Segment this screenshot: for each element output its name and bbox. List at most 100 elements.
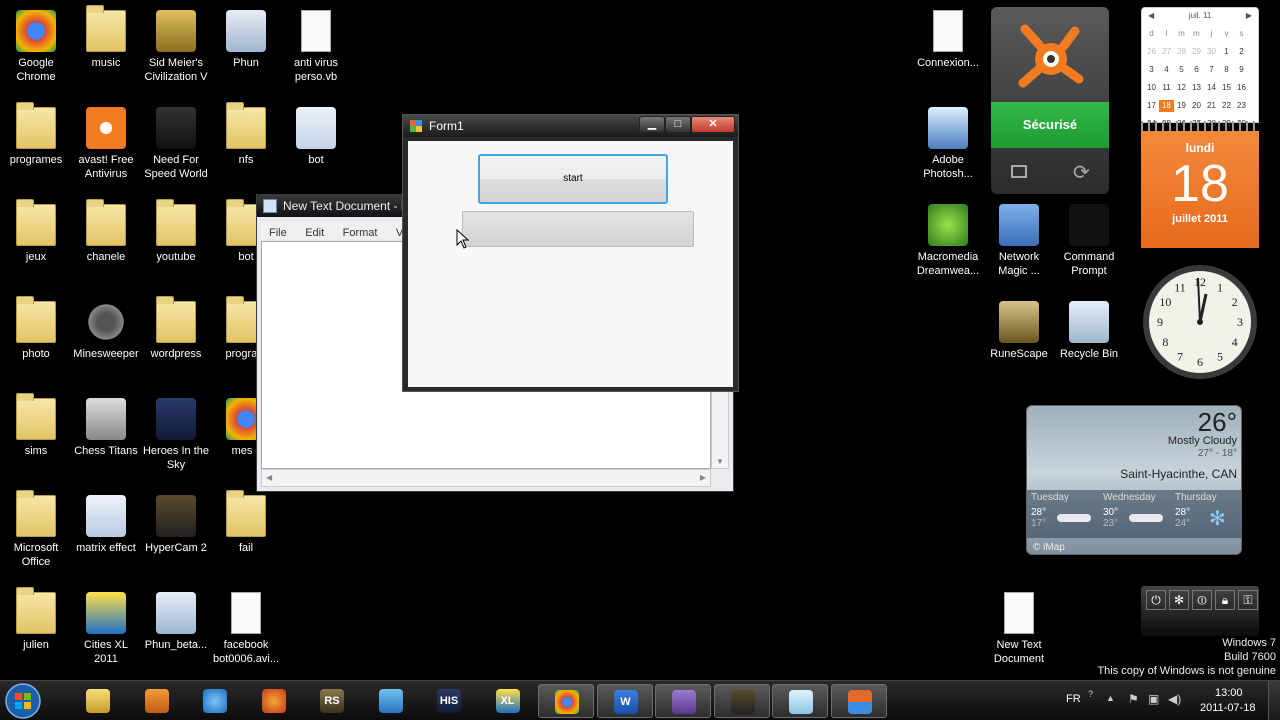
desktop-icon[interactable]: Sid Meier's Civilization V bbox=[140, 4, 212, 84]
network-icon[interactable]: ▣ bbox=[1148, 692, 1159, 706]
taskbar-visual-studio-button[interactable] bbox=[655, 684, 711, 718]
taskbar-chrome-button[interactable] bbox=[538, 684, 594, 718]
desktop-icon[interactable]: photo bbox=[0, 295, 72, 361]
taskbar-notepad-button[interactable] bbox=[772, 684, 828, 718]
calendar-day-cell[interactable]: 12 bbox=[1174, 82, 1189, 94]
keyboard-icon[interactable]: ? bbox=[1088, 689, 1093, 699]
minimize-button[interactable]: ▁ bbox=[639, 116, 665, 133]
taskbar-explorer-button[interactable] bbox=[70, 684, 126, 718]
avast-gadget[interactable]: Sécurisé ⟳ bbox=[991, 7, 1109, 194]
desktop-icon[interactable]: avast! Free Antivirus bbox=[70, 101, 142, 181]
taskbar-runescape-button[interactable]: RS bbox=[304, 684, 360, 718]
clock-time[interactable]: 13:00 bbox=[1215, 687, 1243, 699]
desktop-icon[interactable]: youtube bbox=[140, 198, 212, 264]
desktop-icon[interactable]: Recycle Bin bbox=[1053, 295, 1125, 361]
calendar-day-cell[interactable]: 18 bbox=[1159, 100, 1174, 112]
desktop-icon[interactable]: Heroes In the Sky bbox=[140, 392, 212, 472]
key-icon[interactable]: ⚿ bbox=[1238, 590, 1258, 610]
desktop-icon[interactable]: Phun_beta... bbox=[140, 586, 212, 652]
calendar-day-cell[interactable]: 15 bbox=[1219, 82, 1234, 94]
clock-date[interactable]: 2011-07-18 bbox=[1200, 702, 1255, 714]
calendar-day-cell[interactable]: 2 bbox=[1234, 46, 1249, 58]
menu-file[interactable]: File bbox=[269, 227, 287, 239]
flag-icon[interactable]: ⚑ bbox=[1128, 692, 1139, 706]
calendar-day-cell[interactable]: 27 bbox=[1159, 46, 1174, 58]
desktop-icon[interactable]: Cities XL 2011 bbox=[70, 586, 142, 666]
scroll-left-arrow-icon[interactable]: ◀ bbox=[266, 473, 272, 482]
calendar-day-cell[interactable]: 26 bbox=[1144, 46, 1159, 58]
desktop-icon[interactable]: Google Chrome bbox=[0, 4, 72, 84]
desktop-icon[interactable]: Need For Speed World bbox=[140, 101, 212, 181]
desktop-icon[interactable]: Connexion... bbox=[912, 4, 984, 70]
taskbar-firefox-button[interactable] bbox=[246, 684, 302, 718]
desktop-icon[interactable]: jeux bbox=[0, 198, 72, 264]
desktop-icon[interactable]: HyperCam 2 bbox=[140, 489, 212, 555]
taskbar-media-player-button[interactable] bbox=[129, 684, 185, 718]
show-desktop-button[interactable] bbox=[1268, 681, 1280, 720]
desktop-icon[interactable]: chanele bbox=[70, 198, 142, 264]
taskbar-messenger-button[interactable] bbox=[363, 684, 419, 718]
form1-window[interactable]: Form1 ▁ □ ✕ start bbox=[402, 114, 739, 392]
calendar-day-cell[interactable]: 6 bbox=[1189, 64, 1204, 76]
desktop-icon[interactable]: bot bbox=[280, 101, 352, 167]
desktop-icon[interactable]: Network Magic ... bbox=[983, 198, 1055, 278]
desktop-icon[interactable]: nfs bbox=[210, 101, 282, 167]
desktop-icon[interactable]: facebook bot0006.avi... bbox=[210, 586, 282, 666]
calendar-day-cell[interactable]: 17 bbox=[1144, 100, 1159, 112]
avast-status[interactable]: Sécurisé bbox=[991, 102, 1109, 148]
sleep-icon[interactable]: ✻ bbox=[1169, 590, 1189, 610]
calendar-gadget[interactable]: ◀ juil. 11 ▶ d l m m j v s 26 27 28 29 30 1 2 3 4 5 6 7 8 9 1… bbox=[1141, 7, 1259, 248]
desktop-icon[interactable]: Chess Titans bbox=[70, 392, 142, 458]
menu-format[interactable]: Format bbox=[343, 227, 378, 239]
avast-refresh-icon[interactable]: ⟳ bbox=[1073, 160, 1090, 185]
show-hidden-icons-icon[interactable]: ▲ bbox=[1106, 693, 1115, 703]
start-button[interactable]: start bbox=[478, 154, 668, 204]
start-orb-button[interactable] bbox=[4, 682, 46, 720]
calendar-day-cell[interactable]: 11 bbox=[1159, 82, 1174, 94]
shutdown-icon[interactable]: ⏼ bbox=[1192, 590, 1212, 610]
clock-gadget[interactable]: 12 12 3 45678 9 1011 bbox=[1140, 262, 1260, 382]
lock-icon[interactable]: 🔒︎ bbox=[1215, 590, 1235, 610]
desktop-icon[interactable]: Phun bbox=[210, 4, 282, 70]
calendar-day-cell[interactable]: 28 bbox=[1174, 46, 1189, 58]
menu-edit[interactable]: Edit bbox=[305, 227, 324, 239]
taskbar-word-button[interactable]: W bbox=[596, 684, 653, 718]
calendar-day-cell[interactable]: 7 bbox=[1204, 64, 1219, 76]
desktop-icon[interactable]: anti virus perso.vb bbox=[280, 4, 352, 84]
calendar-day-cell[interactable]: 16 bbox=[1234, 82, 1249, 94]
avast-window-icon[interactable] bbox=[1011, 165, 1027, 178]
desktop-icon[interactable]: julien bbox=[0, 586, 72, 652]
desktop-icon[interactable]: fail bbox=[210, 489, 282, 555]
desktop-icon[interactable]: programes bbox=[0, 101, 72, 167]
notepad-horizontal-scrollbar[interactable]: ◀ ▶ bbox=[261, 469, 711, 487]
calendar-day-cell[interactable]: 4 bbox=[1159, 64, 1174, 76]
calendar-day-cell[interactable]: 13 bbox=[1189, 82, 1204, 94]
calendar-day-cell[interactable]: 29 bbox=[1189, 46, 1204, 58]
weather-gadget[interactable]: 26° Mostly Cloudy 27° - 18° Saint-Hyacin… bbox=[1026, 405, 1242, 555]
calendar-day-view[interactable]: lundi 18 juillet 2011 bbox=[1141, 131, 1259, 248]
power-icon[interactable]: ⏻ bbox=[1146, 590, 1166, 610]
taskbar-form1-button[interactable] bbox=[830, 684, 887, 718]
language-indicator[interactable]: FR bbox=[1066, 693, 1081, 705]
taskbar-internet-explorer-button[interactable] bbox=[187, 684, 243, 718]
desktop-icon[interactable]: Command Prompt bbox=[1053, 198, 1125, 278]
taskbar-cities-xl-button[interactable]: XL bbox=[480, 684, 536, 718]
calendar-day-cell[interactable]: 30 bbox=[1204, 46, 1219, 58]
desktop-icon[interactable]: Microsoft Office bbox=[0, 489, 72, 569]
calendar-day-cell[interactable]: 8 bbox=[1219, 64, 1234, 76]
volume-icon[interactable]: ◀) bbox=[1168, 692, 1181, 706]
desktop-icon[interactable]: matrix effect bbox=[70, 489, 142, 555]
taskbar-hypercam-button[interactable] bbox=[713, 684, 770, 718]
calendar-day-cell[interactable]: 20 bbox=[1189, 100, 1204, 112]
desktop-icon[interactable]: wordpress bbox=[140, 295, 212, 361]
calendar-next-icon[interactable]: ▶ bbox=[1246, 11, 1252, 20]
calendar-day-cell[interactable]: 14 bbox=[1204, 82, 1219, 94]
calendar-prev-icon[interactable]: ◀ bbox=[1148, 11, 1154, 20]
desktop-icon[interactable]: Minesweeper bbox=[70, 295, 142, 361]
calendar-day-cell[interactable]: 10 bbox=[1144, 82, 1159, 94]
desktop-icon[interactable]: music bbox=[70, 4, 142, 70]
maximize-button[interactable]: □ bbox=[665, 116, 691, 133]
calendar-day-cell[interactable]: 22 bbox=[1219, 100, 1234, 112]
desktop-icon[interactable]: sims bbox=[0, 392, 72, 458]
desktop-icon[interactable]: RuneScape bbox=[983, 295, 1055, 361]
